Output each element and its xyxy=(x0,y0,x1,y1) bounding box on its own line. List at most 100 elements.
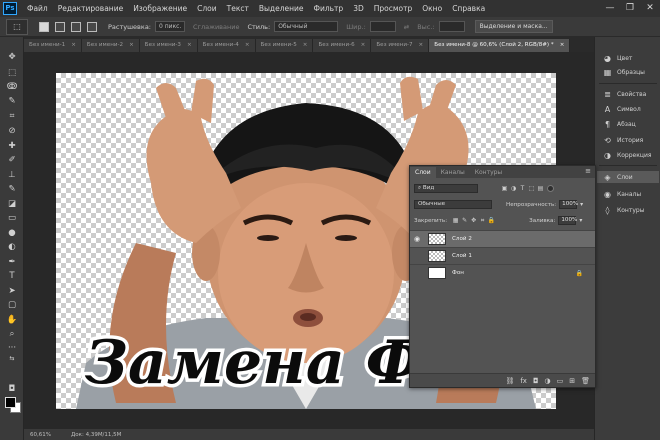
add-selection-mode[interactable] xyxy=(55,21,65,32)
doc-tab-7[interactable]: Без имени-7 × xyxy=(371,39,430,52)
marquee-tool-icon[interactable]: ⬚ xyxy=(6,68,18,79)
dodge-tool-icon[interactable]: ◐ xyxy=(6,242,18,253)
swap-icon[interactable]: ⇄ xyxy=(404,23,409,31)
menu-view[interactable]: Просмотр xyxy=(369,4,418,13)
tab-close-icon[interactable]: × xyxy=(187,39,192,52)
fill-dropdown-icon[interactable]: ▾ xyxy=(576,216,585,225)
layer-row-background[interactable]: Фон 🔒 xyxy=(410,264,595,281)
dock-swatches[interactable]: ▦ Образцы xyxy=(603,66,659,78)
menu-image[interactable]: Изображение xyxy=(128,4,192,13)
width-input[interactable] xyxy=(369,21,396,32)
eraser-tool-icon[interactable]: ◪ xyxy=(6,199,18,210)
restore-button[interactable]: ❐ xyxy=(620,0,640,17)
style-select[interactable]: Обычный xyxy=(274,21,339,32)
minimize-button[interactable]: — xyxy=(600,0,620,17)
opacity-input[interactable]: 100% xyxy=(559,200,578,209)
doc-tab-8-active[interactable]: Без имени-8 @ 60,6% (Слой 2, RGB/8#) * × xyxy=(429,39,571,52)
lock-transparent-icon[interactable]: ▦ xyxy=(451,216,460,225)
new-layer-icon[interactable]: ⊞ xyxy=(569,377,575,385)
dock-layers[interactable]: ◈ Слои xyxy=(597,171,659,183)
filter-type-icon[interactable]: T xyxy=(518,184,527,193)
menu-window[interactable]: Окно xyxy=(417,4,447,13)
fill-input[interactable]: 100% xyxy=(558,216,577,225)
lasso-tool-icon[interactable]: ↂ xyxy=(6,82,18,93)
height-input[interactable] xyxy=(438,21,465,32)
doc-tab-3[interactable]: Без имени-3 × xyxy=(139,39,198,52)
new-group-icon[interactable]: ▭ xyxy=(557,377,564,385)
feather-input[interactable]: 0 пикс. xyxy=(155,21,185,32)
tab-channels[interactable]: Каналы xyxy=(436,167,470,178)
tab-close-icon[interactable]: × xyxy=(560,39,565,52)
type-tool-icon[interactable]: T xyxy=(6,271,18,282)
doc-tab-4[interactable]: Без имени-4 × xyxy=(197,39,256,52)
lock-pixels-icon[interactable]: ✎ xyxy=(460,216,469,225)
quick-select-icon[interactable]: ✎ xyxy=(6,96,18,107)
tab-close-icon[interactable]: × xyxy=(71,39,76,52)
dock-adjustments[interactable]: ◑ Коррекция xyxy=(603,149,659,161)
trash-icon[interactable]: 🗑 xyxy=(581,377,590,385)
layer-row-layer2[interactable]: ◉ Слой 2 xyxy=(410,230,595,247)
layer-filter-select[interactable]: ⌕ Вид xyxy=(414,184,478,193)
menu-file[interactable]: Файл xyxy=(22,4,53,13)
quick-mask-icon[interactable]: ◘ xyxy=(6,384,18,395)
menu-help[interactable]: Справка xyxy=(447,4,490,13)
path-select-icon[interactable]: ➤ xyxy=(6,286,18,297)
filter-shape-icon[interactable]: ⬚ xyxy=(527,184,536,193)
move-tool-icon[interactable]: ✥ xyxy=(6,52,18,63)
blur-tool-icon[interactable]: ● xyxy=(6,228,18,239)
dock-history[interactable]: ⟲ История xyxy=(603,134,659,146)
panel-menu-icon[interactable]: ≡ xyxy=(585,167,591,175)
doc-tab-1[interactable]: Без имени-1 × xyxy=(24,39,82,52)
stamp-tool-icon[interactable]: ⊥ xyxy=(6,170,18,181)
pen-tool-icon[interactable]: ✒ xyxy=(6,257,18,268)
rectangle-tool-icon[interactable]: ▢ xyxy=(6,300,18,311)
filter-adjust-icon[interactable]: ◑ xyxy=(509,184,518,193)
tab-close-icon[interactable]: × xyxy=(419,39,424,52)
subtract-selection-mode[interactable] xyxy=(71,21,81,32)
select-and-mask-button[interactable]: Выделение и маска... xyxy=(474,20,553,33)
tab-close-icon[interactable]: × xyxy=(129,39,134,52)
doc-tab-5[interactable]: Без имени-5 × xyxy=(255,39,314,52)
close-button[interactable]: ✕ xyxy=(640,0,660,17)
dock-paths[interactable]: ◊ Контуры xyxy=(603,204,659,216)
menu-edit[interactable]: Редактирование xyxy=(53,4,128,13)
tab-layers[interactable]: Слои xyxy=(410,167,436,178)
menu-filter[interactable]: Фильтр xyxy=(309,4,349,13)
adjustment-layer-icon[interactable]: ◑ xyxy=(545,377,551,385)
doc-tab-6[interactable]: Без имени-6 × xyxy=(313,39,372,52)
intersect-selection-mode[interactable] xyxy=(87,21,97,32)
lock-position-icon[interactable]: ✥ xyxy=(469,216,478,225)
new-selection-mode[interactable] xyxy=(39,21,49,32)
foreground-color[interactable] xyxy=(5,397,16,408)
healing-brush-icon[interactable]: ✚ xyxy=(6,141,18,152)
add-mask-icon[interactable]: ◘ xyxy=(533,377,539,385)
menu-3d[interactable]: 3D xyxy=(348,4,369,13)
gradient-tool-icon[interactable]: ▭ xyxy=(6,213,18,224)
visibility-eye-icon[interactable]: ◉ xyxy=(410,235,424,243)
crop-tool-icon[interactable]: ⌗ xyxy=(6,111,18,122)
blend-mode-select[interactable]: Обычные xyxy=(414,200,492,209)
dock-channels[interactable]: ◉ Каналы xyxy=(603,188,659,200)
lock-artboard-icon[interactable]: ⌗ xyxy=(478,216,487,225)
zoom-tool-icon[interactable]: ⌕ xyxy=(6,329,18,340)
link-layers-icon[interactable]: ⛓ xyxy=(505,377,514,385)
filter-toggle[interactable] xyxy=(547,185,554,192)
swap-colors-icon[interactable]: ⇆ xyxy=(6,353,18,364)
tab-close-icon[interactable]: × xyxy=(361,39,366,52)
filter-pixel-icon[interactable]: ▣ xyxy=(500,184,509,193)
dock-paragraph[interactable]: ¶ Абзац xyxy=(603,118,659,130)
layer-style-icon[interactable]: fx xyxy=(520,377,527,385)
zoom-level[interactable]: 60,61% xyxy=(30,432,51,438)
menu-layers[interactable]: Слои xyxy=(192,4,222,13)
history-brush-icon[interactable]: ✎ xyxy=(6,184,18,195)
brush-tool-icon[interactable]: ✐ xyxy=(6,155,18,166)
dock-properties[interactable]: ≣ Свойства xyxy=(603,88,659,100)
opacity-dropdown-icon[interactable]: ▾ xyxy=(577,200,586,209)
hand-tool-icon[interactable]: ✋ xyxy=(6,315,18,326)
menu-text[interactable]: Текст xyxy=(222,4,254,13)
doc-tab-2[interactable]: Без имени-2 × xyxy=(81,39,140,52)
dock-color[interactable]: ◕ Цвет xyxy=(603,52,659,64)
lock-all-icon[interactable]: 🔒 xyxy=(487,216,496,225)
marquee-tool-preset[interactable]: ⬚ xyxy=(6,18,28,35)
filter-smart-icon[interactable]: ▤ xyxy=(536,184,545,193)
